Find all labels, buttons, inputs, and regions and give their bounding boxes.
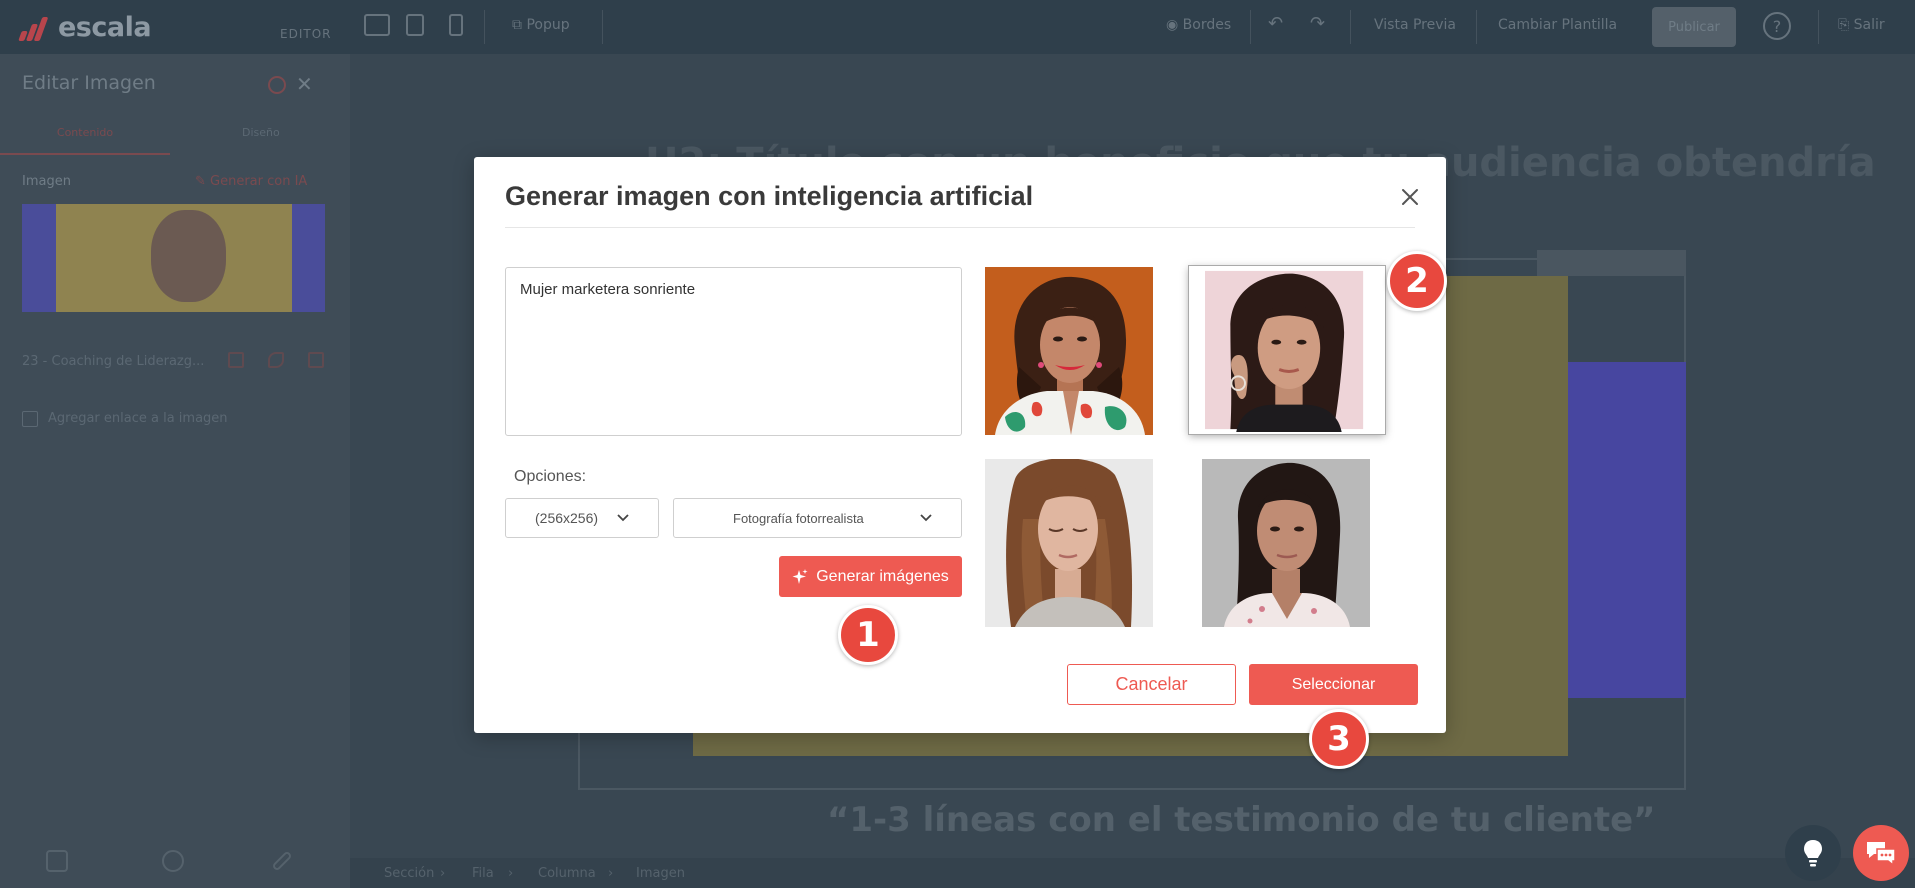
woman-white-blouse-image	[1202, 459, 1370, 627]
publish-button[interactable]: Publicar	[1652, 7, 1736, 47]
generate-image-modal: Generar imagen con inteligencia artifici…	[474, 157, 1446, 733]
breadcrumb-column[interactable]: Columna	[538, 866, 596, 881]
generated-image-3[interactable]	[985, 459, 1153, 627]
sparkle-icon	[792, 568, 808, 584]
image-label: Imagen	[22, 174, 71, 189]
step-2-badge: 2	[1387, 251, 1447, 311]
top-separator	[1350, 10, 1351, 44]
prompt-input[interactable]	[505, 267, 962, 436]
generated-image-1[interactable]	[985, 267, 1153, 435]
top-bar: escala EDITOR ⧉ Popup ◉ Bordes ↶ ↷ Vista…	[0, 0, 1915, 54]
size-select-value: (256x256)	[535, 510, 599, 526]
generated-image-2[interactable]	[1189, 266, 1385, 434]
tablet-view-icon[interactable]	[406, 14, 424, 36]
close-icon[interactable]	[1398, 185, 1422, 209]
link-checkbox-label: Agregar enlace a la imagen	[48, 411, 228, 426]
options-label: Opciones:	[514, 468, 587, 485]
pen-icon[interactable]	[271, 850, 293, 872]
chevron-down-icon	[617, 514, 629, 522]
panel-title: Editar Imagen	[22, 72, 156, 94]
modal-divider	[505, 227, 1415, 228]
style-select[interactable]: Fotografía fotorrealista	[673, 498, 962, 538]
generate-images-button[interactable]: Generar imágenes	[779, 556, 962, 597]
image-thumbnail[interactable]	[22, 204, 325, 312]
panel-close-icon[interactable]: ✕	[296, 72, 313, 96]
edit-image-panel: Editar Imagen ✕ Contenido Diseño Imagen …	[0, 54, 350, 888]
duplicate-icon[interactable]	[228, 352, 244, 368]
select-button[interactable]: Seleccionar	[1249, 664, 1418, 705]
chevron-right-icon: ›	[440, 866, 446, 881]
logo-mark-icon	[18, 15, 52, 41]
top-separator	[602, 10, 603, 44]
undo-icon[interactable]: ↶	[1268, 13, 1283, 34]
mobile-view-icon[interactable]	[449, 14, 463, 36]
image-file-name: 23 - Coaching de Liderazg...	[22, 354, 205, 369]
logo-text: escala	[58, 12, 152, 43]
canvas-image-side-block	[1568, 362, 1686, 698]
modal-title: Generar imagen con inteligencia artifici…	[505, 181, 1034, 211]
breadcrumb-row[interactable]: Fila	[472, 866, 494, 881]
thumbnail-photo	[56, 204, 292, 312]
size-select[interactable]: (256x256)	[505, 498, 659, 538]
borders-label: Bordes	[1182, 17, 1232, 33]
top-separator	[1818, 10, 1819, 44]
preview-button[interactable]: Vista Previa	[1374, 17, 1456, 33]
settings-icon[interactable]	[162, 850, 184, 872]
woman-eyes-closed-image	[985, 459, 1153, 627]
redo-icon[interactable]: ↷	[1310, 13, 1325, 34]
breadcrumb-image[interactable]: Imagen	[636, 866, 685, 881]
borders-toggle[interactable]: ◉ Bordes	[1166, 17, 1231, 33]
breadcrumb: Sección › Fila › Columna › Imagen	[350, 858, 1915, 888]
chat-bubbles-icon	[1867, 842, 1896, 867]
change-template-button[interactable]: Cambiar Plantilla	[1498, 17, 1617, 33]
thumbnail-person	[151, 210, 226, 302]
tips-button[interactable]	[1785, 825, 1841, 881]
cancel-button[interactable]: Cancelar	[1067, 664, 1236, 705]
exit-label: Salir	[1853, 17, 1885, 33]
escala-logo: escala	[18, 12, 152, 43]
layers-icon[interactable]	[46, 850, 68, 872]
top-separator	[484, 10, 485, 44]
step-3-badge: 3	[1309, 709, 1369, 769]
testimonial-quote[interactable]: “1-3 líneas con el testimonio de tu clie…	[827, 800, 1656, 840]
step-1-badge: 1	[838, 605, 898, 665]
popup-button[interactable]: ⧉ Popup	[512, 17, 570, 33]
edit-icon[interactable]	[268, 352, 284, 368]
link-checkbox[interactable]	[22, 411, 38, 427]
popup-label: Popup	[526, 17, 570, 33]
chevron-right-icon: ›	[608, 866, 614, 881]
editor-mode-label: EDITOR	[280, 27, 332, 41]
ai-status-icon	[268, 76, 286, 94]
tab-design[interactable]: Diseño	[242, 126, 280, 139]
style-select-value: Fotografía fotorrealista	[733, 510, 864, 526]
chevron-right-icon: ›	[508, 866, 514, 881]
woman-pink-background-image	[1191, 268, 1383, 432]
desktop-view-icon[interactable]	[364, 14, 390, 36]
top-separator	[1250, 10, 1251, 44]
lightbulb-icon	[1804, 840, 1822, 867]
delete-icon[interactable]	[308, 352, 324, 368]
exit-button[interactable]: ⎘ Salir	[1838, 17, 1885, 33]
chat-button[interactable]	[1853, 825, 1909, 881]
tab-content[interactable]: Contenido	[0, 126, 170, 155]
chevron-down-icon	[920, 514, 932, 522]
help-icon[interactable]: ?	[1763, 12, 1791, 40]
generate-ai-label: Generar con IA	[210, 174, 308, 189]
woman-orange-background-image	[985, 267, 1153, 435]
top-separator	[1476, 10, 1477, 44]
generated-image-4[interactable]	[1202, 459, 1370, 627]
element-toolbar[interactable]	[1537, 250, 1686, 276]
generate-images-label: Generar imágenes	[816, 567, 949, 585]
breadcrumb-section[interactable]: Sección	[384, 866, 434, 881]
generate-ai-link[interactable]: ✎ Generar con IA	[195, 174, 307, 189]
